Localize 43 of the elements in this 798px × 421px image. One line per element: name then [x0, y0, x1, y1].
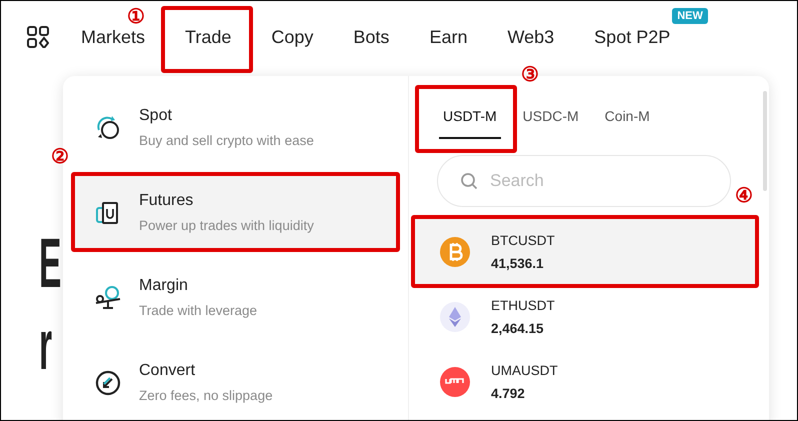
menu-item-subtitle: Power up trades with liquidity — [139, 218, 314, 233]
menu-item-title: Spot — [139, 107, 173, 125]
search-icon — [460, 172, 478, 190]
new-badge: NEW — [672, 8, 708, 24]
apps-grid-icon[interactable] — [27, 26, 49, 48]
menu-item[interactable]: Spot Buy and sell crypto with ease — [73, 90, 398, 165]
pair-price: 2,464.15 — [491, 320, 545, 336]
annotation-number: ② — [51, 146, 69, 166]
menu-item-title: Convert — [139, 362, 196, 380]
market-tab[interactable]: Coin-M — [600, 98, 654, 139]
pair-symbol: ETHUSDT — [491, 298, 555, 312]
nav-link[interactable]: Bots — [353, 26, 390, 48]
menu-item[interactable]: Convert Zero fees, no slippage — [73, 345, 398, 420]
market-tab[interactable]: USDT-M — [439, 98, 501, 139]
scrollbar[interactable] — [763, 91, 767, 191]
market-row[interactable]: ETHUSDT 2,464.15 — [415, 284, 755, 349]
market-row[interactable]: UMAUSDT 4.792 — [415, 349, 755, 414]
annotation-number: ④ — [735, 185, 753, 205]
nav-link[interactable]: Copy — [271, 26, 314, 48]
pair-price: 41,536.1 — [491, 256, 545, 270]
uma-coin-icon — [439, 366, 471, 398]
menu-item-subtitle: Trade with leverage — [139, 303, 258, 318]
menu-item-subtitle: Buy and sell crypto with ease — [139, 133, 314, 148]
nav-link[interactable]: Markets — [81, 26, 146, 48]
menu-item-title: Futures — [139, 192, 194, 210]
annotation-number: ③ — [521, 64, 539, 84]
nav-link[interactable]: Web3 — [507, 26, 554, 48]
pair-symbol: UMAUSDT — [491, 362, 558, 378]
nav-link[interactable]: Trade — [185, 26, 232, 48]
nav-link[interactable]: Spot P2P — [594, 26, 670, 48]
ethereum-coin-icon — [439, 300, 471, 332]
bitcoin-coin-icon — [439, 236, 471, 268]
market-tab[interactable]: USDC-M — [518, 98, 583, 139]
search-field[interactable]: Search — [437, 155, 731, 207]
menu-item[interactable]: Margin Trade with leverage — [73, 260, 398, 335]
pair-symbol: BTCUSDT — [491, 232, 555, 248]
nav-link[interactable]: Earn — [429, 26, 468, 48]
annotation-number: ① — [127, 6, 146, 26]
menu-item-title: Margin — [139, 277, 189, 295]
hero-heading-fragment: E — [39, 231, 62, 295]
hero-heading-fragment: r — [39, 313, 52, 377]
menu-item-subtitle: Zero fees, no slippage — [139, 388, 273, 403]
pair-price: 4.792 — [491, 386, 526, 400]
